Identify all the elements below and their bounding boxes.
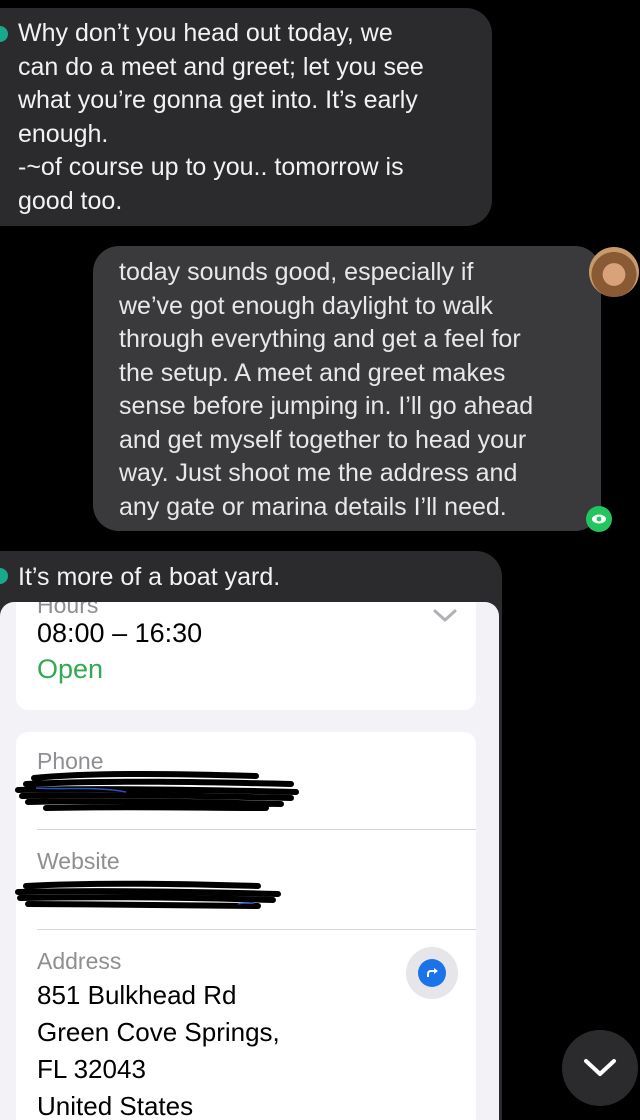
- sender-indicator: [0, 568, 8, 584]
- message-line: way. Just shoot me the address and: [119, 459, 518, 487]
- message-line: can do a meet and greet; let you see: [18, 52, 424, 81]
- message-line: Why don’t you head out today, we: [18, 19, 393, 47]
- message-line: sense before jumping in. I’ll go ahead: [119, 392, 534, 420]
- directions-button[interactable]: [406, 947, 458, 999]
- address-line: 851 Bulkhead Rd: [37, 980, 237, 1010]
- address-line: FL 32043: [37, 1054, 146, 1084]
- phone-redaction: [15, 771, 299, 811]
- seen-eye-icon: [586, 506, 612, 532]
- message-line: good too.: [18, 186, 123, 215]
- website-redaction: [15, 880, 281, 909]
- divider: [37, 929, 476, 930]
- open-status: Open: [37, 654, 104, 684]
- address-label: Address: [37, 948, 122, 974]
- message-line: we’ve got enough daylight to walk: [119, 291, 493, 320]
- hours-label: Hours: [37, 602, 99, 618]
- message-line: enough.: [18, 119, 109, 148]
- directions-icon: [418, 959, 446, 987]
- sender-indicator: [0, 26, 8, 42]
- scroll-down-icon: [584, 1059, 616, 1076]
- message-line: the setup. A meet and greet makes: [119, 358, 506, 387]
- address-line: United States: [37, 1091, 194, 1120]
- message-line: through everything and get a feel for: [119, 325, 521, 353]
- message-line: today sounds good, especially if: [119, 258, 474, 286]
- divider: [37, 829, 476, 830]
- website-label: Website: [37, 848, 120, 874]
- hours-section[interactable]: Hours 08:00 – 16:30 Open: [16, 602, 476, 710]
- chevron-down-icon[interactable]: [432, 608, 458, 624]
- message-line: any gate or marina details I’ll need.: [119, 492, 507, 521]
- contact-info-section: Phone Website Address 851 Bulkhead Rd Gr…: [15, 732, 476, 1120]
- place-card-screenshot[interactable]: Hours 08:00 – 16:30 Open Phone Website A…: [0, 602, 499, 1120]
- incoming-message-bubble[interactable]: Why don’t you head out today, we can do …: [0, 8, 492, 226]
- scroll-down-button[interactable]: [562, 1030, 638, 1106]
- hours-value: 08:00 – 16:30: [37, 618, 203, 648]
- avatar[interactable]: [589, 247, 639, 297]
- address-line: Green Cove Springs,: [37, 1017, 280, 1047]
- message-text: It’s more of a boat yard.: [18, 563, 281, 591]
- message-line: -~of course up to you.. tomorrow is: [18, 153, 404, 181]
- outgoing-message-bubble[interactable]: today sounds good, especially if we’ve g…: [93, 246, 601, 531]
- message-line: what you’re gonna get into. It’s early: [18, 86, 418, 114]
- message-line: and get myself together to head your: [119, 425, 527, 454]
